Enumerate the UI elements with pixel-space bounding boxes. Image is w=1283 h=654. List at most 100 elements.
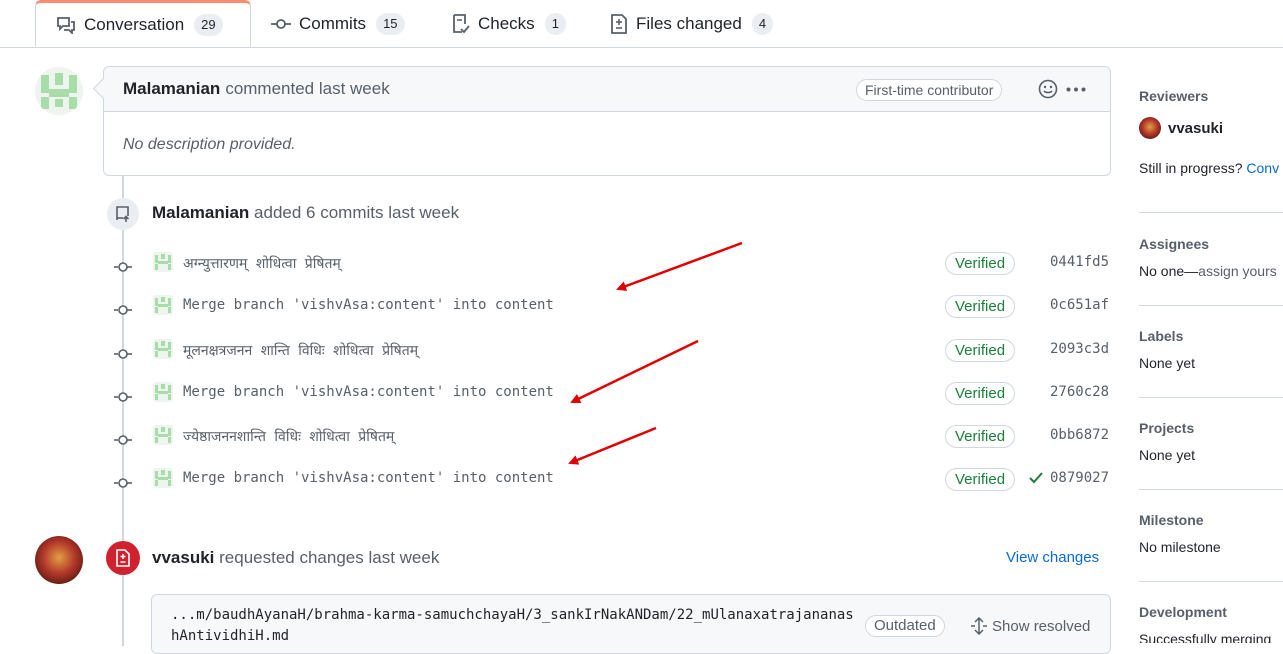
pr-tabs: Conversation 29 Commits 15 Checks 1 File… xyxy=(0,0,1283,48)
commit-avatar[interactable] xyxy=(153,295,173,315)
comment-header: Malamanian commented last week First-tim… xyxy=(92,67,1110,112)
review-event-text: vvasuki requested changes last week xyxy=(152,548,439,568)
comment-author[interactable]: Malamanian xyxy=(123,79,220,99)
verified-badge[interactable]: Verified xyxy=(945,339,1016,362)
development-title[interactable]: Development xyxy=(1139,604,1283,620)
reviewer-item[interactable]: vvasuki xyxy=(1139,117,1283,139)
projects-value: None yet xyxy=(1139,447,1196,463)
assignees-value: No one—assign yours xyxy=(1139,263,1283,279)
file-diff-icon xyxy=(611,13,627,34)
commit-message[interactable]: अग्न्युत्तारणम् शोधित्वा प्रेषितम् xyxy=(183,254,341,273)
commit-sha[interactable]: 2760c28 xyxy=(1050,384,1109,400)
tab-commits[interactable]: Commits 15 xyxy=(271,0,405,47)
kebab-horizontal-icon[interactable] xyxy=(1066,87,1086,92)
commit-avatar[interactable] xyxy=(153,468,173,488)
sidebar-divider xyxy=(1139,305,1283,306)
git-commit-icon xyxy=(114,305,132,315)
first-time-contributor-badge: First-time contributor xyxy=(856,79,1003,101)
commit-message[interactable]: Merge branch 'vishvAsa:content' into con… xyxy=(183,297,554,313)
commit-sha[interactable]: 0c651af xyxy=(1050,297,1109,313)
git-commit-icon xyxy=(114,435,132,445)
sidebar-development: Development Successfully merging xyxy=(1139,604,1283,643)
tab-files-changed[interactable]: Files changed 4 xyxy=(610,0,774,47)
review-author[interactable]: vvasuki xyxy=(152,548,214,567)
checklist-icon xyxy=(453,13,470,33)
still-in-progress-text: Still in progress? xyxy=(1139,160,1243,176)
commit-message[interactable]: ज्येष्ठाजननशान्ति विधिः शोधित्वा प्रेषित… xyxy=(183,427,394,446)
commit-message[interactable]: मूलनक्षत्रजनन शान्ति विधिः शोधित्वा प्रे… xyxy=(183,341,418,360)
milestone-value: No milestone xyxy=(1139,539,1221,555)
comment-body: No description provided. xyxy=(123,136,296,153)
repo-push-icon xyxy=(116,206,130,222)
commit-sha[interactable]: 2093c3d xyxy=(1050,341,1109,357)
view-changes-button[interactable]: View changes xyxy=(1006,549,1099,566)
review-action: requested changes last week xyxy=(219,548,440,567)
commit-row: Merge branch 'vishvAsa:content' into con… xyxy=(110,382,1111,412)
event-action: added 6 commits last week xyxy=(254,203,460,222)
check-icon[interactable] xyxy=(1028,471,1044,485)
verified-badge[interactable]: Verified xyxy=(945,252,1016,275)
sidebar-divider xyxy=(1139,212,1283,213)
tab-conversation[interactable]: Conversation 29 xyxy=(35,0,251,47)
milestone-title[interactable]: Milestone xyxy=(1139,512,1283,528)
sidebar-reviewers: Reviewers vvasuki Still in progress? Con… xyxy=(1139,88,1283,176)
commit-avatar[interactable] xyxy=(153,382,173,402)
git-commit-icon xyxy=(114,349,132,359)
commit-avatar[interactable] xyxy=(153,252,173,272)
sidebar-projects: Projects None yet xyxy=(1139,420,1283,463)
git-commit-icon xyxy=(114,478,132,488)
commit-row: Merge branch 'vishvAsa:content' into con… xyxy=(110,468,1111,498)
tab-counter: 1 xyxy=(544,12,566,35)
commit-sha[interactable]: 0879027 xyxy=(1050,470,1109,486)
tab-label: Commits xyxy=(299,13,367,33)
smiley-icon[interactable] xyxy=(1038,79,1058,99)
assign-yourself-link[interactable]: assign yours xyxy=(1198,263,1277,279)
commit-sha[interactable]: 0441fd5 xyxy=(1050,254,1109,270)
file-diff-icon xyxy=(116,549,130,567)
assignees-title[interactable]: Assignees xyxy=(1139,236,1283,252)
sidebar-divider xyxy=(1139,581,1283,582)
sidebar-divider xyxy=(1139,397,1283,398)
avatar[interactable] xyxy=(35,67,83,115)
commit-sha[interactable]: 0bb6872 xyxy=(1050,427,1109,443)
comment-box: Malamanian commented last week First-tim… xyxy=(92,66,1111,176)
verified-badge[interactable]: Verified xyxy=(945,425,1016,448)
commit-row: अग्न्युत्तारणम् शोधित्वा प्रेषितम् Verif… xyxy=(110,252,1111,282)
assignees-none: No one— xyxy=(1139,263,1199,279)
tab-label: Files changed xyxy=(636,13,742,33)
verified-badge[interactable]: Verified xyxy=(945,468,1016,491)
development-value: Successfully merging xyxy=(1139,631,1272,643)
commit-row: ज्येष्ठाजननशान्ति विधिः शोधित्वा प्रेषित… xyxy=(110,425,1111,455)
labels-title[interactable]: Labels xyxy=(1139,328,1283,344)
repo-push-icon-badge xyxy=(107,198,139,230)
reviewers-title[interactable]: Reviewers xyxy=(1139,88,1283,104)
reviewer-name[interactable]: vvasuki xyxy=(1168,120,1223,137)
tab-counter: 15 xyxy=(376,12,405,35)
git-commit-icon xyxy=(114,262,132,272)
projects-title[interactable]: Projects xyxy=(1139,420,1283,436)
comment-time: commented last week xyxy=(225,79,390,98)
still-in-progress: Still in progress? Conv xyxy=(1139,160,1283,176)
verified-badge[interactable]: Verified xyxy=(945,295,1016,318)
commits-event-text: Malamanian added 6 commits last week xyxy=(152,203,459,223)
show-resolved-button[interactable]: Show resolved xyxy=(992,618,1090,635)
commit-avatar[interactable] xyxy=(153,339,173,359)
tab-label: Checks xyxy=(478,13,535,33)
file-path[interactable]: ...m/baudhAyanaH/brahma-karma-samuchchay… xyxy=(171,605,861,647)
commit-message[interactable]: Merge branch 'vishvAsa:content' into con… xyxy=(183,470,554,486)
commit-message[interactable]: Merge branch 'vishvAsa:content' into con… xyxy=(183,384,554,400)
git-commit-icon xyxy=(271,18,291,29)
commit-avatar[interactable] xyxy=(153,425,173,445)
sidebar-labels: Labels None yet xyxy=(1139,328,1283,371)
reviewer-avatar-small xyxy=(1139,117,1161,139)
commit-row: Merge branch 'vishvAsa:content' into con… xyxy=(110,295,1111,325)
unfold-icon[interactable] xyxy=(970,617,988,635)
event-author[interactable]: Malamanian xyxy=(152,203,249,222)
verified-badge[interactable]: Verified xyxy=(945,382,1016,405)
identicon xyxy=(41,73,77,109)
convert-to-draft-link[interactable]: Conv xyxy=(1246,160,1279,176)
tab-checks[interactable]: Checks 1 xyxy=(452,0,566,47)
reviewer-avatar[interactable] xyxy=(35,536,83,584)
review-file-box: ...m/baudhAyanaH/brahma-karma-samuchchay… xyxy=(151,594,1111,654)
file-diff-icon-badge xyxy=(106,541,140,575)
